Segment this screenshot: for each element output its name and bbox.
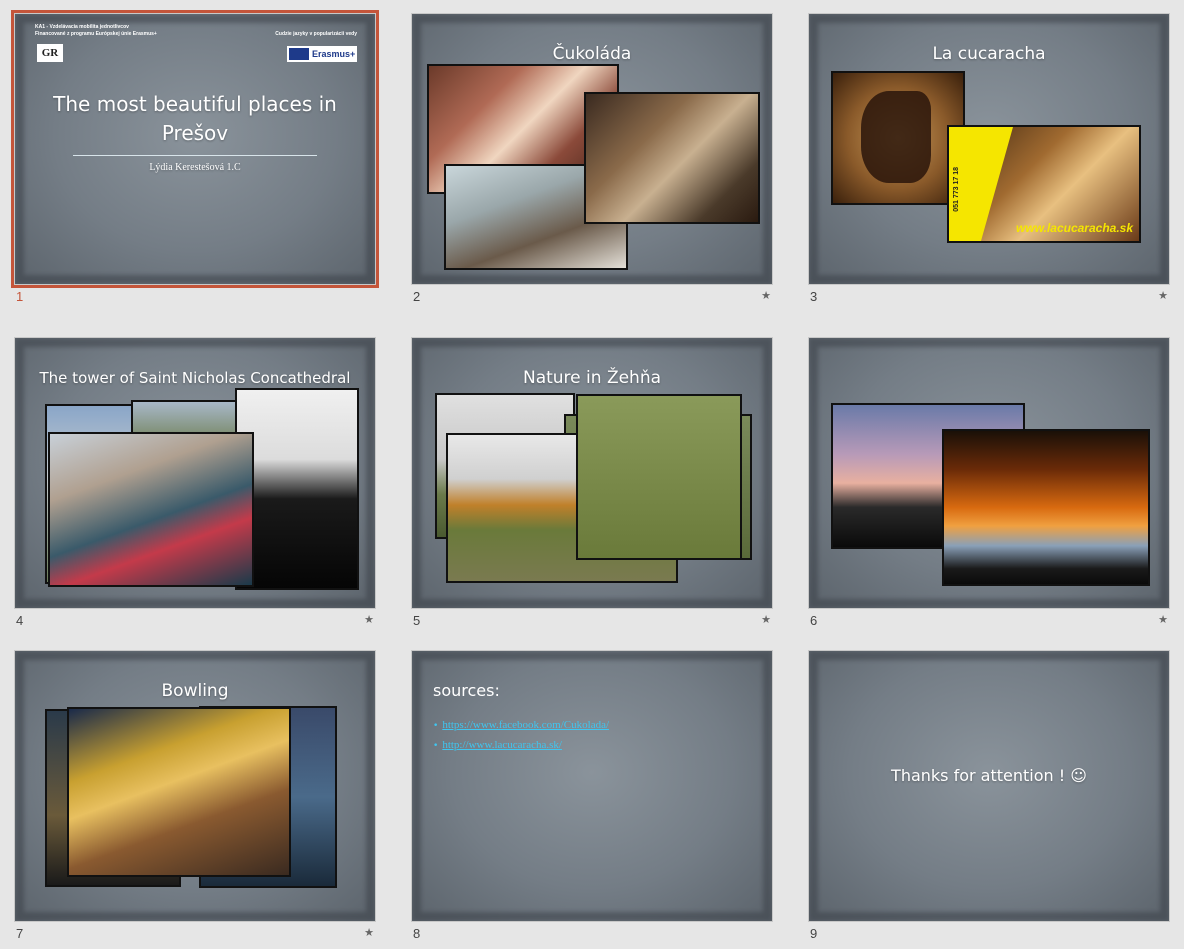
slide-number: 6: [810, 613, 818, 628]
sunset-clouds-photo: [942, 429, 1150, 586]
animation-star-icon: ★: [761, 289, 771, 302]
slide-9-canvas: Thanks for attention ! ☺: [808, 650, 1170, 922]
slide-1-canvas: KA1 - Vzdelávacia mobilita jednotlivcov …: [14, 13, 376, 285]
bullet-icon: •: [433, 721, 439, 731]
slide-number: 7: [16, 926, 24, 941]
slide-8-title: sources:: [433, 681, 500, 700]
slide-4-title: The tower of Saint Nicholas Concathedral: [39, 369, 351, 387]
bowling-drinks-photo: [67, 707, 291, 877]
slide-1-header-left-2: Financované z programu Európskej únie Er…: [35, 31, 157, 37]
tower-selfie-photo: [48, 432, 254, 587]
source-link-row-1: • https://www.facebook.com/Cukolada/: [433, 713, 609, 732]
slide-number: 2: [413, 289, 421, 304]
slide-thumbnail-8[interactable]: sources: • https://www.facebook.com/Cukol…: [411, 650, 773, 941]
slide-9-title: Thanks for attention ! ☺: [891, 766, 1087, 785]
slide-thumbnail-1[interactable]: KA1 - Vzdelávacia mobilita jednotlivcov …: [14, 13, 376, 304]
slide-8-canvas: sources: • https://www.facebook.com/Cukol…: [411, 650, 773, 922]
animation-star-icon: ★: [1158, 289, 1168, 302]
slide-3-canvas: La cucaracha 051 773 17 18 www.lacucarac…: [808, 13, 1170, 285]
slide-number: 5: [413, 613, 421, 628]
erasmus-logo-text: Erasmus+: [312, 49, 356, 59]
slide-7-title: Bowling: [161, 681, 229, 701]
slide-number: 3: [810, 289, 818, 304]
slide-number: 4: [16, 613, 24, 628]
bullet-icon: •: [433, 741, 439, 751]
aztec-logo-photo: [831, 71, 965, 205]
slide-thumbnail-3[interactable]: La cucaracha 051 773 17 18 www.lacucarac…: [808, 13, 1170, 304]
animation-star-icon: ★: [1158, 613, 1168, 626]
pizza-ad-phone: 051 773 17 18: [953, 167, 960, 212]
slide-4-canvas: The tower of Saint Nicholas Concathedral: [14, 337, 376, 609]
slide-thumbnail-2[interactable]: Čukoláda 2 ★: [411, 13, 773, 304]
slide-1-subtitle: Lýdia Kerestešová 1.C: [149, 162, 241, 173]
title-underline: [73, 155, 317, 156]
pizza-ad-photo: 051 773 17 18 www.lacucaracha.sk: [947, 125, 1141, 243]
slide-thumbnail-5[interactable]: Nature in Žehňa 5 ★: [411, 337, 773, 628]
animation-star-icon: ★: [761, 613, 771, 626]
school-logo: GR: [37, 44, 63, 62]
slide-thumbnail-9[interactable]: Thanks for attention ! ☺ 9: [808, 650, 1170, 941]
slide-6-canvas: [808, 337, 1170, 609]
slide-number: 1: [16, 289, 24, 304]
animation-star-icon: ★: [364, 926, 374, 939]
slide-number: 8: [413, 926, 421, 941]
slide-number: 9: [810, 926, 818, 941]
slide-1-header-right: Cudzie jazyky v popularizácii vedy: [275, 31, 357, 37]
slide-thumbnail-6[interactable]: 6 ★: [808, 337, 1170, 628]
source-link-2[interactable]: http://www.lacucaracha.sk/: [442, 739, 562, 751]
animation-star-icon: ★: [364, 613, 374, 626]
pizza-ad-web: www.lacucaracha.sk: [1016, 221, 1133, 235]
slide-1-header-left-1: KA1 - Vzdelávacia mobilita jednotlivcov: [35, 24, 129, 30]
source-link-1[interactable]: https://www.facebook.com/Cukolada/: [442, 719, 609, 731]
slide-2-title: Čukoláda: [552, 44, 632, 64]
slide-thumbnail-4[interactable]: The tower of Saint Nicholas Concathedral…: [14, 337, 376, 628]
slide-5-canvas: Nature in Žehňa: [411, 337, 773, 609]
slide-7-canvas: Bowling: [14, 650, 376, 922]
cafe-chocolate-photo: [584, 92, 760, 224]
slide-3-title: La cucaracha: [932, 44, 1046, 64]
slide-1-title-line-1: The most beautiful places in: [53, 92, 337, 116]
slide-5-title: Nature in Žehňa: [522, 368, 662, 388]
nature-meadow-photo: [576, 394, 742, 560]
slide-2-canvas: Čukoláda: [411, 13, 773, 285]
source-link-row-2: • http://www.lacucaracha.sk/: [433, 733, 562, 752]
slide-thumbnail-7[interactable]: Bowling 7 ★: [14, 650, 376, 941]
erasmus-logo: Erasmus+: [287, 46, 357, 62]
slide-1-title-line-2: Prešov: [161, 121, 229, 145]
